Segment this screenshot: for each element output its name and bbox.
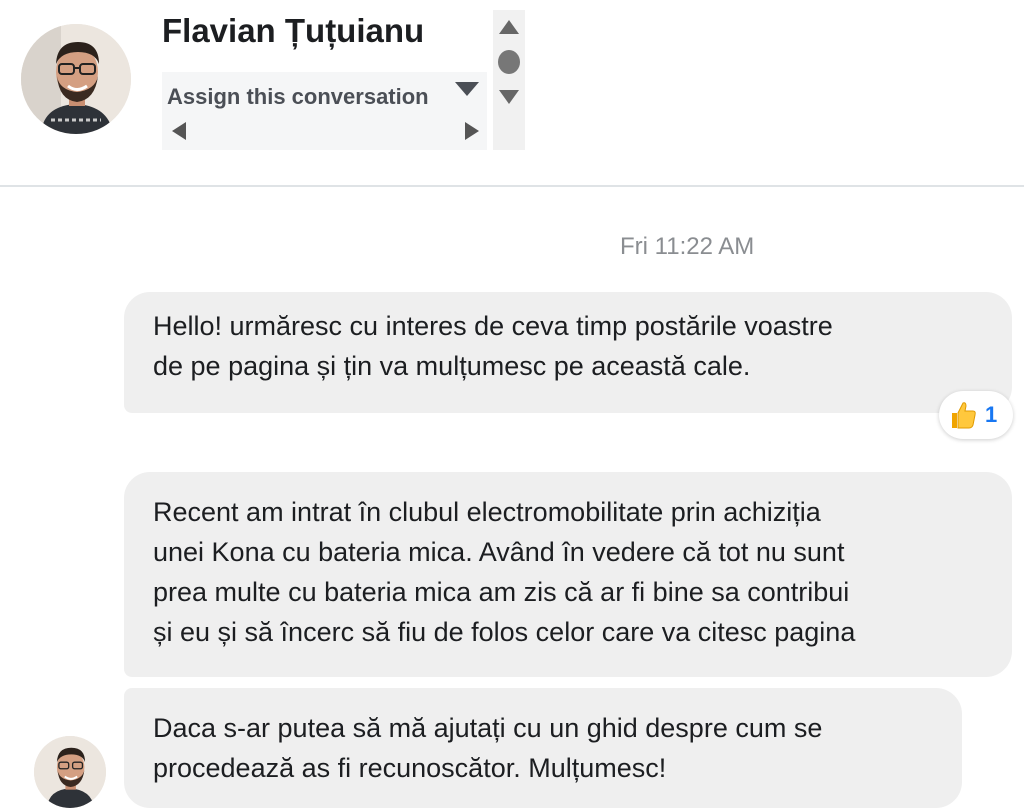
message-bubble[interactable]: Hello! urmăresc cu interes de ceva timp …: [124, 292, 1012, 413]
conversation-header: Flavian Țuțuianu Assign this conversatio…: [0, 0, 1024, 187]
conversation-view: Flavian Țuțuianu Assign this conversatio…: [0, 0, 1024, 810]
scroll-left-arrow-icon[interactable]: [172, 122, 186, 140]
reaction-badge[interactable]: 1: [939, 391, 1013, 439]
message-line: de pe pagina și țin va mulțumesc pe acea…: [153, 351, 751, 381]
contact-avatar[interactable]: [21, 24, 131, 134]
scroll-thumb[interactable]: [498, 50, 520, 74]
vertical-scrollbar[interactable]: [493, 10, 525, 150]
message-line: Hello! urmăresc cu interes de ceva timp …: [153, 311, 833, 341]
message-bubble[interactable]: Daca s-ar putea să mă ajutați cu un ghid…: [124, 688, 962, 808]
assign-label: Assign this conversation: [167, 84, 429, 109]
message-line: și eu și să încerc să fiu de folos celor…: [153, 617, 856, 647]
contact-name: Flavian Țuțuianu: [162, 12, 425, 49]
message-bubble[interactable]: Recent am intrat în clubul electromobili…: [124, 472, 1012, 677]
thumbs-up-icon: [952, 402, 976, 429]
message-line: Recent am intrat în clubul electromobili…: [153, 497, 821, 527]
person-photo: [34, 736, 106, 808]
message-line: prea multe cu bateria mica am zis că ar …: [153, 577, 850, 607]
reaction-count: 1: [985, 402, 998, 427]
sender-avatar[interactable]: [34, 736, 106, 808]
person-photo: [21, 24, 131, 134]
chevron-down-icon[interactable]: [455, 82, 479, 96]
message-timestamp: Fri 11:22 AM: [620, 233, 755, 260]
message-line: unei Kona cu bateria mica. Având în vede…: [153, 537, 845, 567]
scroll-down-arrow-icon[interactable]: [499, 90, 519, 104]
scroll-right-arrow-icon[interactable]: [465, 122, 479, 140]
scroll-up-arrow-icon[interactable]: [499, 20, 519, 34]
message-line: Daca s-ar putea să mă ajutați cu un ghid…: [153, 713, 823, 743]
assign-conversation-dropdown[interactable]: Assign this conversation: [162, 72, 487, 150]
message-line: procedează as fi recunoscător. Mulțumesc…: [153, 753, 667, 783]
